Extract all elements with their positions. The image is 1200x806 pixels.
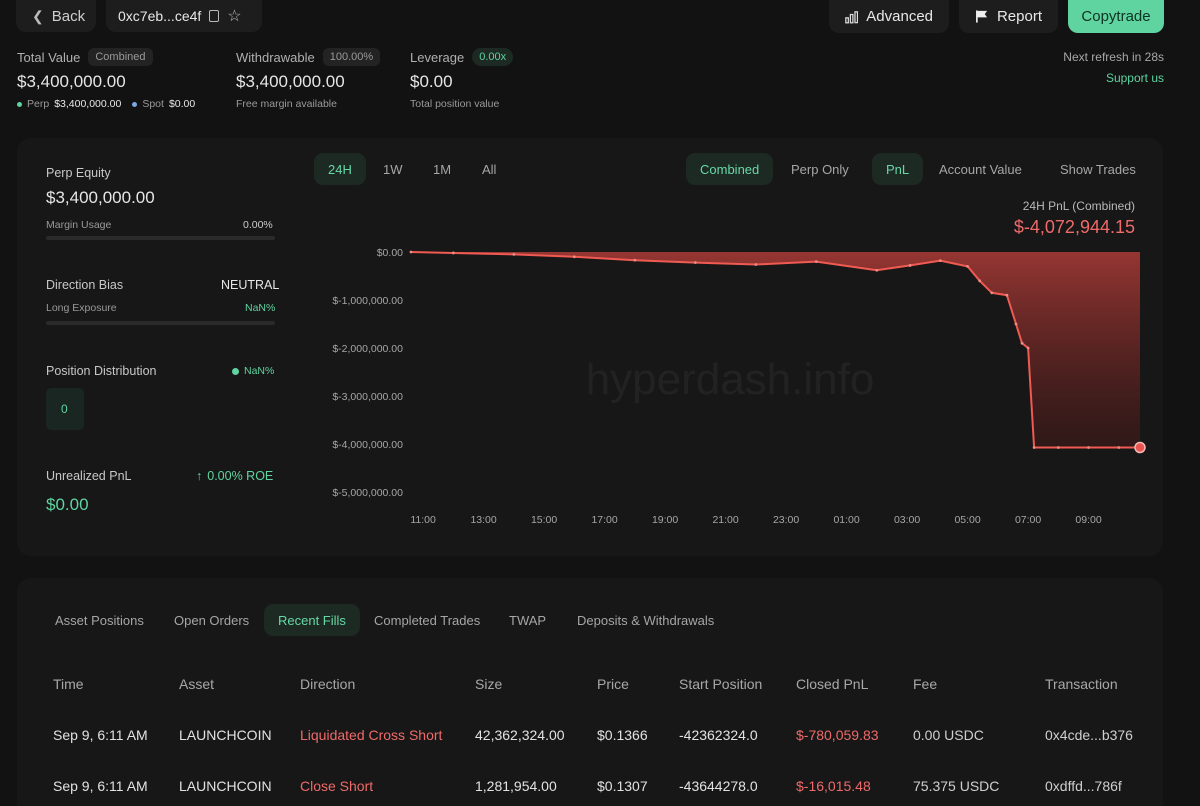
x-tick-label: 11:00 (410, 514, 436, 526)
pnl-point (875, 268, 879, 272)
cell-closed-pnl: $-16,015.48 (796, 777, 871, 794)
cell-price: $0.1366 (597, 726, 648, 743)
pnl-point (754, 263, 758, 266)
col-start-position[interactable]: Start Position (666, 659, 783, 709)
x-tick-label: 19:00 (652, 514, 678, 526)
col-size[interactable]: Size (462, 659, 584, 709)
pnl-point (1117, 446, 1121, 449)
tab-recent-fills[interactable]: Recent Fills (264, 604, 360, 636)
cell-start-position: -42362324.0 (679, 726, 758, 743)
cell-direction: Liquidated Cross Short (300, 726, 443, 743)
cell-fee: 75.375 USDC (913, 777, 1000, 794)
table-row: Sep 9, 6:11 AM LAUNCHCOIN Close Short 1,… (40, 760, 1170, 806)
cell-direction: Close Short (300, 777, 374, 794)
col-direction[interactable]: Direction (287, 659, 462, 709)
col-fee[interactable]: Fee (900, 659, 1032, 709)
cell-start-position: -43644278.0 (679, 777, 758, 794)
cell-transaction[interactable]: 0x4cde...b376 (1032, 709, 1170, 760)
pnl-point (978, 279, 982, 283)
cell-time: Sep 9, 6:11 AM (53, 726, 148, 743)
cell-closed-pnl: $-780,059.83 (796, 726, 879, 743)
table-header-row: Time Asset Direction Size Price Start Po… (40, 659, 1170, 709)
x-tick-label: 17:00 (591, 514, 617, 526)
col-asset[interactable]: Asset (166, 659, 287, 709)
pnl-point (409, 250, 413, 254)
y-tick-label: $-3,000,000.00 (332, 391, 403, 403)
tab-deposits-withdrawals[interactable]: Deposits & Withdrawals (563, 604, 728, 637)
col-closed-pnl[interactable]: Closed PnL (783, 659, 900, 709)
x-tick-label: 01:00 (833, 514, 859, 526)
chart-watermark: hyperdash.info (586, 355, 875, 404)
cell-size: 42,362,324.00 (475, 726, 565, 743)
pnl-point (1020, 341, 1024, 345)
x-tick-label: 09:00 (1075, 514, 1101, 526)
cell-price: $0.1307 (597, 777, 648, 794)
pnl-point (938, 259, 942, 263)
tab-completed-trades[interactable]: Completed Trades (360, 604, 494, 637)
x-tick-label: 13:00 (470, 514, 496, 526)
x-tick-label: 07:00 (1015, 514, 1041, 526)
cell-size: 1,281,954.00 (475, 777, 557, 794)
pnl-area (411, 252, 1140, 448)
pnl-point (633, 258, 637, 262)
tab-open-orders[interactable]: Open Orders (160, 604, 263, 637)
col-time[interactable]: Time (40, 659, 166, 709)
pnl-point (814, 260, 818, 263)
pnl-point (512, 253, 516, 256)
pnl-end-point (1134, 441, 1146, 454)
pnl-point (693, 261, 697, 264)
pnl-point (990, 291, 994, 295)
x-tick-label: 23:00 (773, 514, 799, 526)
y-tick-label: $-1,000,000.00 (332, 295, 403, 307)
pnl-point (966, 265, 969, 268)
fills-table: Time Asset Direction Size Price Start Po… (40, 659, 1170, 806)
y-tick-label: $0.00 (377, 247, 403, 259)
x-tick-label: 15:00 (531, 514, 557, 526)
col-price[interactable]: Price (584, 659, 666, 709)
pnl-point (1005, 293, 1009, 297)
tab-twap[interactable]: TWAP (495, 604, 560, 637)
col-transaction[interactable]: Transaction (1032, 659, 1170, 709)
y-tick-label: $-4,000,000.00 (332, 439, 403, 451)
cell-time: Sep 9, 6:11 AM (53, 777, 148, 794)
pnl-point (908, 264, 912, 267)
y-tick-label: $-2,000,000.00 (332, 343, 403, 355)
cell-asset[interactable]: LAUNCHCOIN (166, 760, 287, 806)
pnl-point (451, 251, 455, 255)
cell-fee: 0.00 USDC (913, 726, 984, 743)
pnl-point (572, 255, 576, 259)
cell-asset[interactable]: LAUNCHCOIN (166, 709, 287, 760)
tab-asset-positions[interactable]: Asset Positions (41, 604, 158, 637)
x-tick-label: 03:00 (894, 514, 920, 526)
y-tick-label: $-5,000,000.00 (332, 487, 403, 499)
pnl-point (1026, 346, 1030, 350)
x-tick-label: 21:00 (712, 514, 738, 526)
pnl-point (1032, 446, 1036, 449)
pnl-point (1087, 446, 1090, 449)
x-tick-label: 05:00 (954, 514, 980, 526)
pnl-point (1056, 446, 1060, 449)
table-row: Sep 9, 6:11 AM LAUNCHCOIN Liquidated Cro… (40, 709, 1170, 760)
pnl-point (1014, 322, 1018, 326)
cell-transaction[interactable]: 0xdffd...786f (1032, 760, 1170, 806)
